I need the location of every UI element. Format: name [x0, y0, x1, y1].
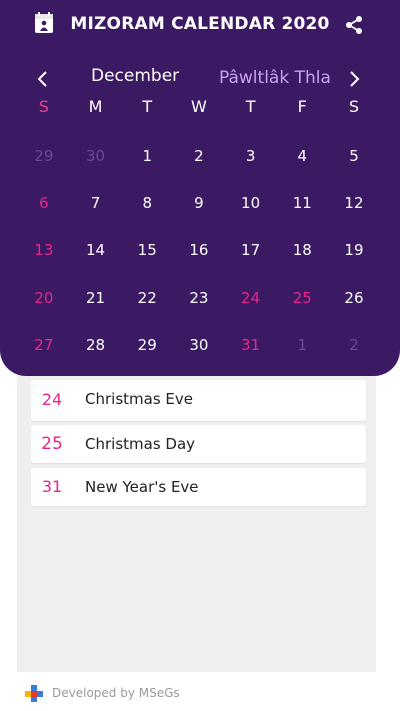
calendar-day[interactable]: 4: [276, 140, 328, 187]
calendar-day[interactable]: 26: [328, 282, 380, 329]
weekday-label: M: [88, 97, 103, 116]
calendar-grid: 29 30 1 2 3 4 5 6 7 8 9 10 11 12 13 14 15 16 17 18 19 20 21 22 2…: [18, 140, 380, 376]
calendar-day[interactable]: 7: [70, 187, 122, 234]
calendar-week-row: 13 14 15 16 17 18 19: [18, 234, 380, 281]
chevron-left-icon[interactable]: [33, 69, 53, 89]
calendar-day[interactable]: 18: [276, 234, 328, 281]
calendar-day[interactable]: 28: [70, 329, 122, 376]
share-icon[interactable]: [345, 15, 363, 35]
event-date: 24: [41, 390, 63, 409]
calendar-day[interactable]: 2: [328, 329, 380, 376]
calendar-day[interactable]: 24: [225, 282, 277, 329]
calendar-day[interactable]: 21: [70, 282, 122, 329]
event-item[interactable]: 31 New Year's Eve: [31, 468, 366, 506]
calendar-day[interactable]: 9: [173, 187, 225, 234]
calendar-day[interactable]: 15: [121, 234, 173, 281]
weekday-label: F: [297, 97, 307, 116]
calendar-week-row: 6 7 8 9 10 11 12: [18, 187, 380, 234]
calendar-day[interactable]: 19: [328, 234, 380, 281]
msegs-logo-icon: [25, 685, 43, 702]
calendar-day[interactable]: 23: [173, 282, 225, 329]
event-name: Christmas Day: [85, 435, 196, 453]
weekday-label: W: [190, 97, 207, 116]
calendar-day[interactable]: 22: [121, 282, 173, 329]
weekday-label: S: [348, 97, 360, 116]
calendar-day[interactable]: 20: [18, 282, 70, 329]
calendar-week-row: 20 21 22 23 24 25 26: [18, 282, 380, 329]
calendar-day[interactable]: 6: [18, 187, 70, 234]
month-navigation: December Pâwltlâk Thla: [0, 64, 400, 94]
calendar-day[interactable]: 11: [276, 187, 328, 234]
calendar-day[interactable]: 12: [328, 187, 380, 234]
calendar-day[interactable]: 25: [276, 282, 328, 329]
calendar-day[interactable]: 8: [121, 187, 173, 234]
footer-credit: Developed by MSeGs: [52, 686, 180, 700]
calendar-day[interactable]: 30: [173, 329, 225, 376]
calendar-day[interactable]: 5: [328, 140, 380, 187]
calendar-day[interactable]: 31: [225, 329, 277, 376]
chevron-right-icon[interactable]: [344, 69, 364, 89]
calendar-day[interactable]: 17: [225, 234, 277, 281]
footer: Developed by MSeGs: [0, 676, 400, 711]
calendar-day[interactable]: 30: [70, 140, 122, 187]
month-name: December: [91, 66, 180, 86]
event-name: New Year's Eve: [85, 478, 199, 496]
calendar-day[interactable]: 3: [225, 140, 277, 187]
calendar-day[interactable]: 14: [70, 234, 122, 281]
app-bar: MIZORAM CALENDAR 2020: [0, 0, 400, 50]
calendar-day[interactable]: 10: [225, 187, 277, 234]
calendar-header-panel: MIZORAM CALENDAR 2020 December Pâwltlâk …: [0, 0, 400, 376]
month-name-mizo: Pâwltlâk Thla: [219, 68, 331, 88]
weekday-label: S: [38, 97, 49, 116]
event-date: 25: [41, 434, 63, 454]
event-name: Christmas Eve: [85, 390, 193, 408]
calendar-day[interactable]: 29: [121, 329, 173, 376]
calendar-day[interactable]: 27: [18, 329, 70, 376]
event-date: 31: [41, 477, 63, 496]
weekday-label: T: [245, 97, 256, 116]
calendar-day[interactable]: 2: [173, 140, 225, 187]
calendar-day[interactable]: 1: [121, 140, 173, 187]
calendar-week-row: 29 30 1 2 3 4 5: [18, 140, 380, 187]
event-item[interactable]: 24 Christmas Eve: [31, 380, 366, 421]
weekday-label: T: [142, 97, 153, 116]
app-title: MIZORAM CALENDAR 2020: [70, 14, 330, 34]
calendar-day[interactable]: 16: [173, 234, 225, 281]
weekday-header: S M T W T F S: [18, 97, 380, 116]
calendar-day[interactable]: 29: [18, 140, 70, 187]
calendar-day[interactable]: 1: [276, 329, 328, 376]
calendar-day[interactable]: 13: [18, 234, 70, 281]
calendar-week-row: 27 28 29 30 31 1 2: [18, 329, 380, 376]
event-item[interactable]: 25 Christmas Day: [31, 425, 366, 463]
